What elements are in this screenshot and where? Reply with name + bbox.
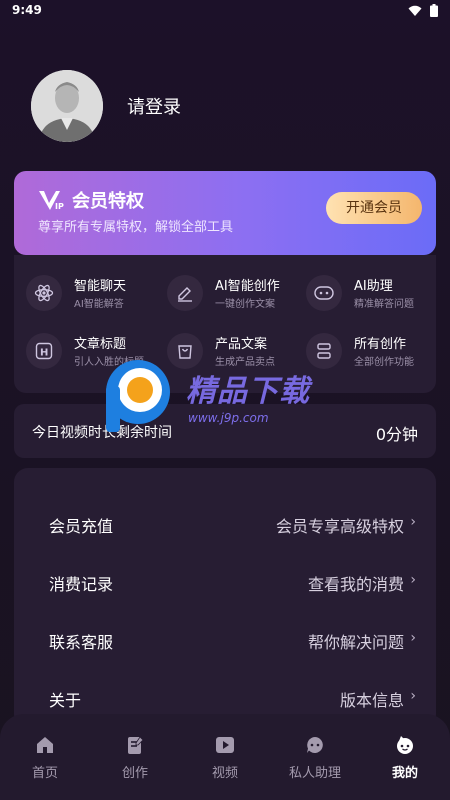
wifi-icon <box>408 5 422 16</box>
atom-icon <box>26 275 62 311</box>
feature-ai-assistant[interactable]: AI助理 精准解答问题 <box>294 273 432 317</box>
tab-label: 私人助理 <box>288 766 341 781</box>
vip-logo-icon: IP <box>39 191 64 211</box>
svg-text:IP: IP <box>55 202 64 211</box>
menu-item-contact-support[interactable]: 联系客服 帮你解决问题 › <box>14 612 436 668</box>
bottom-tab-bar: 首页 创作 视频 私人助理 我的 <box>0 714 450 800</box>
menu-item-label: 关于 <box>49 691 82 710</box>
tab-create[interactable]: 创作 <box>90 734 180 784</box>
feature-subtitle: 全部创作功能 <box>354 357 414 368</box>
menu-item-label: 消费记录 <box>49 575 114 594</box>
feature-title: 所有创作 <box>354 337 407 352</box>
chevron-right-icon: › <box>410 630 416 646</box>
feature-subtitle: 引人入胜的标题 <box>74 357 144 368</box>
heading-icon: H <box>26 333 62 369</box>
feature-title: 文章标题 <box>74 337 127 352</box>
menu-item-label: 联系客服 <box>49 633 114 652</box>
menu-item-consumption-records[interactable]: 消费记录 查看我的消费 › <box>14 554 436 610</box>
battery-icon <box>430 4 438 17</box>
feature-article-title[interactable]: H 文章标题 引人入胜的标题 <box>14 331 152 375</box>
feature-title: 产品文案 <box>215 337 268 352</box>
feature-grid: 智能聊天 AI智能解答 AI智能创作 一键创作文案 AI助理 精准解答问题 H … <box>14 255 436 393</box>
tab-assistant[interactable]: 私人助理 <box>270 734 360 784</box>
video-time-label: 今日视频时长剩余时间 <box>32 425 172 441</box>
profile-header[interactable]: 请登录 <box>31 70 181 142</box>
menu-item-value: 帮你解决问题 <box>307 633 404 652</box>
tab-mine[interactable]: 我的 <box>360 734 450 784</box>
menu-item-value: 版本信息 <box>339 691 404 710</box>
feature-product-copy[interactable]: 产品文案 生成产品卖点 <box>155 331 293 375</box>
feature-ai-create[interactable]: AI智能创作 一键创作文案 <box>155 273 293 317</box>
user-avatar-icon <box>31 70 103 142</box>
layers-icon <box>306 333 342 369</box>
feature-subtitle: AI智能解答 <box>74 299 124 310</box>
settings-menu: 会员充值 会员专享高级特权 › 消费记录 查看我的消费 › 联系客服 帮你解决问… <box>14 468 436 728</box>
vip-title: 会员特权 <box>72 191 144 212</box>
tab-label: 创作 <box>121 766 148 781</box>
video-time-value: 0分钟 <box>375 425 418 444</box>
login-prompt[interactable]: 请登录 <box>127 93 181 119</box>
feature-all-creation[interactable]: 所有创作 全部创作功能 <box>294 331 432 375</box>
feature-title: 智能聊天 <box>74 279 127 294</box>
vip-subtitle: 尊享所有专属特权，解锁全部工具 <box>38 220 234 235</box>
open-vip-button[interactable]: 开通会员 <box>326 192 422 224</box>
vip-badge: IP 会员特权 <box>38 187 144 213</box>
video-time-card: 今日视频时长剩余时间 0分钟 <box>14 404 436 458</box>
chevron-right-icon: › <box>410 514 416 530</box>
tab-video[interactable]: 视频 <box>180 734 270 784</box>
menu-item-label: 会员充值 <box>49 517 114 536</box>
svg-text:H: H <box>40 348 48 359</box>
status-time: 9:49 <box>12 3 42 17</box>
chevron-right-icon: › <box>410 572 416 588</box>
chat-bubble-icon <box>270 734 360 756</box>
feature-subtitle: 精准解答问题 <box>354 299 414 310</box>
document-edit-icon <box>90 734 180 756</box>
feature-title: AI助理 <box>354 279 393 294</box>
menu-item-vip-recharge[interactable]: 会员充值 会员专享高级特权 › <box>14 496 436 552</box>
face-icon <box>360 734 450 756</box>
vip-card[interactable]: IP 会员特权 尊享所有专属特权，解锁全部工具 开通会员 <box>14 171 436 255</box>
feature-title: AI智能创作 <box>215 279 280 294</box>
status-bar: 9:49 <box>0 0 450 24</box>
tab-home[interactable]: 首页 <box>0 734 90 784</box>
status-icons <box>408 4 438 17</box>
chevron-right-icon: › <box>410 688 416 704</box>
robot-face-icon <box>306 275 342 311</box>
shopping-bag-icon <box>167 333 203 369</box>
play-icon <box>180 734 270 756</box>
home-icon <box>0 734 90 756</box>
menu-item-value: 会员专享高级特权 <box>275 517 404 536</box>
feature-subtitle: 一键创作文案 <box>215 299 275 310</box>
tab-label: 首页 <box>31 766 58 781</box>
tab-label: 视频 <box>211 766 238 781</box>
menu-item-value: 查看我的消费 <box>307 575 404 594</box>
tab-label: 我的 <box>391 766 418 781</box>
edit-pen-icon <box>167 275 203 311</box>
avatar[interactable] <box>31 70 103 142</box>
feature-subtitle: 生成产品卖点 <box>215 357 275 368</box>
feature-smart-chat[interactable]: 智能聊天 AI智能解答 <box>14 273 152 317</box>
